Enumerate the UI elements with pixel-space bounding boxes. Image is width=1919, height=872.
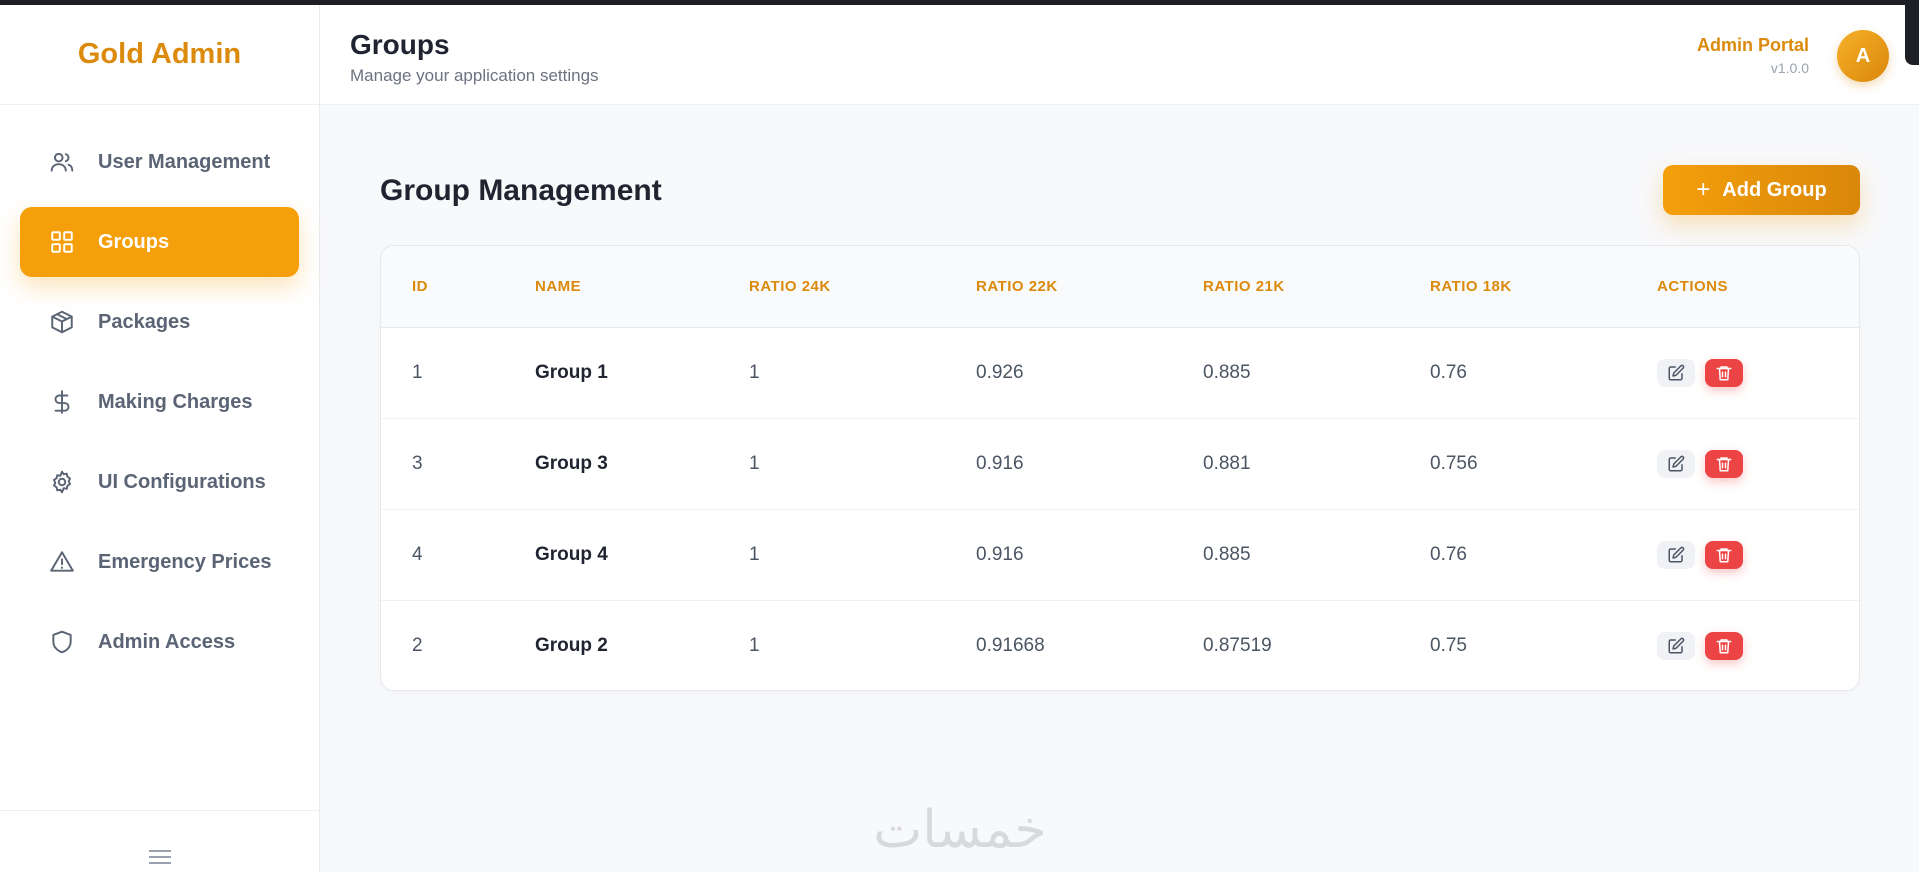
sidebar-item-label: Emergency Prices: [98, 550, 272, 573]
table-row: 2 Group 2 1 0.91668 0.87519 0.75: [381, 600, 1859, 690]
sidebar: Gold Admin User Management Groups Packag…: [0, 5, 320, 872]
watermark: خمسات: [873, 800, 1047, 860]
column-header-ratio-18k: RATIO 18K: [1399, 246, 1626, 328]
avatar[interactable]: A: [1837, 30, 1889, 82]
delete-button[interactable]: [1705, 449, 1743, 478]
cell-id: 3: [412, 452, 423, 474]
trash-icon: [1716, 547, 1732, 562]
cell-ratio-24k: 1: [749, 361, 760, 383]
cell-actions: [1626, 509, 1859, 600]
grid-icon: [48, 228, 76, 256]
cell-ratio-24k: 1: [749, 452, 760, 474]
column-header-id: ID: [381, 246, 504, 328]
edit-icon: [1668, 455, 1685, 471]
column-header-ratio-22k: RATIO 22K: [945, 246, 1172, 328]
sidebar-item-label: Making Charges: [98, 390, 253, 413]
cell-ratio-22k: 0.91668: [976, 634, 1045, 656]
edit-button[interactable]: [1657, 358, 1695, 387]
cell-ratio-18k: 0.76: [1430, 543, 1467, 565]
sidebar-nav: User Management Groups Packages Making C…: [0, 105, 319, 677]
cell-name: Group 1: [535, 361, 608, 383]
cell-ratio-22k: 0.926: [976, 361, 1024, 383]
warning-icon: [48, 548, 76, 576]
sidebar-item-label: Admin Access: [98, 630, 236, 653]
shield-icon: [48, 628, 76, 656]
table-row: 3 Group 3 1 0.916 0.881 0.756: [381, 418, 1859, 509]
trash-icon: [1716, 365, 1732, 380]
delete-button[interactable]: [1705, 631, 1743, 660]
groups-table: ID NAME RATIO 24K RATIO 22K RATIO 21K RA…: [381, 246, 1859, 690]
cell-ratio-18k: 0.76: [1430, 361, 1467, 383]
users-icon: [48, 148, 76, 176]
cell-ratio-21k: 0.885: [1203, 361, 1251, 383]
cell-ratio-24k: 1: [749, 543, 760, 565]
sidebar-item-user-management[interactable]: User Management: [20, 127, 299, 197]
portal-version: v1.0.0: [1770, 60, 1809, 76]
cell-name: Group 3: [535, 452, 608, 474]
cell-id: 2: [412, 634, 423, 656]
cell-ratio-21k: 0.87519: [1203, 634, 1272, 656]
cell-ratio-22k: 0.916: [976, 452, 1024, 474]
page-title: Groups: [350, 29, 450, 60]
sidebar-item-label: Packages: [98, 310, 191, 333]
sidebar-item-ui-configurations[interactable]: UI Configurations: [20, 447, 299, 517]
page-header: Groups Manage your application settings …: [320, 5, 1919, 105]
cell-ratio-18k: 0.75: [1430, 634, 1467, 656]
cell-ratio-21k: 0.885: [1203, 543, 1251, 565]
cell-ratio-18k: 0.756: [1430, 452, 1478, 474]
cell-ratio-24k: 1: [749, 634, 760, 656]
page-subtitle: Manage your application settings: [350, 66, 599, 85]
window-top-bar: [0, 0, 1919, 5]
edit-button[interactable]: [1657, 449, 1695, 478]
edit-button[interactable]: [1657, 540, 1695, 569]
groups-table-card: ID NAME RATIO 24K RATIO 22K RATIO 21K RA…: [380, 245, 1860, 691]
table-row: 4 Group 4 1 0.916 0.885 0.76: [381, 509, 1859, 600]
plus-icon: +: [1696, 176, 1711, 203]
cell-actions: [1626, 418, 1859, 509]
add-group-button[interactable]: + Add Group: [1663, 165, 1860, 215]
sidebar-item-packages[interactable]: Packages: [20, 287, 299, 357]
sidebar-item-emergency-prices[interactable]: Emergency Prices: [20, 527, 299, 597]
dollar-icon: [48, 388, 76, 416]
edit-icon: [1668, 364, 1685, 380]
cell-id: 4: [412, 543, 423, 565]
cell-name: Group 2: [535, 634, 608, 656]
cell-actions: [1626, 600, 1859, 690]
sidebar-item-label: User Management: [98, 150, 271, 173]
column-header-actions: ACTIONS: [1626, 246, 1859, 328]
cell-name: Group 4: [535, 543, 608, 565]
column-header-ratio-21k: RATIO 21K: [1172, 246, 1399, 328]
package-icon: [48, 308, 76, 336]
sidebar-item-admin-access[interactable]: Admin Access: [20, 607, 299, 677]
section-title: Group Management: [380, 174, 662, 207]
column-header-ratio-24k: RATIO 24K: [718, 246, 945, 328]
table-header-row: ID NAME RATIO 24K RATIO 22K RATIO 21K RA…: [381, 246, 1859, 328]
edit-icon: [1668, 546, 1685, 562]
gear-icon: [48, 468, 76, 496]
edit-icon: [1668, 637, 1685, 654]
add-group-label: Add Group: [1722, 178, 1827, 201]
delete-button[interactable]: [1705, 358, 1743, 387]
column-header-name: NAME: [504, 246, 718, 328]
sidebar-item-making-charges[interactable]: Making Charges: [20, 367, 299, 437]
trash-icon: [1716, 639, 1732, 654]
window-corner-handle: [1905, 5, 1919, 65]
sidebar-item-groups[interactable]: Groups: [20, 207, 299, 277]
table-row: 1 Group 1 1 0.926 0.885 0.76: [381, 327, 1859, 418]
cell-id: 1: [412, 361, 423, 383]
sidebar-footer: [0, 810, 319, 872]
cell-actions: [1626, 327, 1859, 418]
edit-button[interactable]: [1657, 631, 1695, 660]
cell-ratio-22k: 0.916: [976, 543, 1024, 565]
menu-icon[interactable]: [148, 846, 171, 868]
cell-ratio-21k: 0.881: [1203, 452, 1251, 474]
brand-logo[interactable]: Gold Admin: [0, 5, 319, 105]
delete-button[interactable]: [1705, 540, 1743, 569]
sidebar-item-label: UI Configurations: [98, 470, 266, 493]
portal-title: Admin Portal: [1696, 35, 1809, 55]
sidebar-item-label: Groups: [98, 230, 170, 253]
trash-icon: [1716, 456, 1732, 471]
